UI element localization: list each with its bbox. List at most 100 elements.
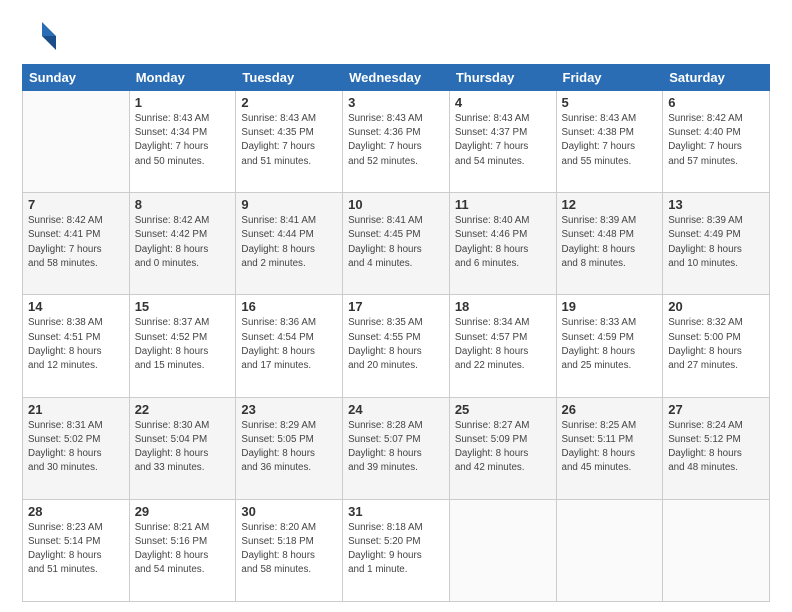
calendar-cell	[663, 499, 770, 601]
day-number: 25	[455, 402, 551, 417]
day-number: 23	[241, 402, 337, 417]
calendar-cell: 31 Sunrise: 8:18 AM Sunset: 5:20 PM Dayli…	[343, 499, 450, 601]
day-number: 5	[562, 95, 658, 110]
header-sunday: Sunday	[23, 65, 130, 91]
calendar-cell: 18 Sunrise: 8:34 AM Sunset: 4:57 PM Dayli…	[449, 295, 556, 397]
day-number: 21	[28, 402, 124, 417]
calendar-cell	[556, 499, 663, 601]
calendar-table: SundayMondayTuesdayWednesdayThursdayFrid…	[22, 64, 770, 602]
calendar-cell: 26 Sunrise: 8:25 AM Sunset: 5:11 PM Dayli…	[556, 397, 663, 499]
calendar-cell: 14Sunrise: 8:38 AM Sunset: 4:51 PM Dayli…	[23, 295, 130, 397]
calendar-cell: 8Sunrise: 8:42 AM Sunset: 4:42 PM Daylig…	[129, 193, 236, 295]
day-number: 2	[241, 95, 337, 110]
calendar-cell	[23, 91, 130, 193]
day-info: Sunrise: 8:27 AM Sunset: 5:09 PM Dayligh…	[455, 419, 551, 476]
day-number: 26	[562, 402, 658, 417]
calendar-cell: 4 Sunrise: 8:43 AM Sunset: 4:37 PM Daylig…	[449, 91, 556, 193]
day-info: Sunrise: 8:24 AM Sunset: 5:12 PM Dayligh…	[668, 419, 764, 476]
day-number: 1	[135, 95, 231, 110]
day-info: Sunrise: 8:41 AM Sunset: 4:44 PM Dayligh…	[241, 214, 337, 271]
calendar-cell: 1 Sunrise: 8:43 AM Sunset: 4:34 PM Daylig…	[129, 91, 236, 193]
day-info: Sunrise: 8:23 AM Sunset: 5:14 PM Dayligh…	[28, 521, 124, 578]
day-number: 16	[241, 299, 337, 314]
day-info: Sunrise: 8:28 AM Sunset: 5:07 PM Dayligh…	[348, 419, 444, 476]
header-friday: Friday	[556, 65, 663, 91]
calendar-week-row: 1 Sunrise: 8:43 AM Sunset: 4:34 PM Daylig…	[23, 91, 770, 193]
calendar-cell: 27 Sunrise: 8:24 AM Sunset: 5:12 PM Dayli…	[663, 397, 770, 499]
calendar-cell: 24 Sunrise: 8:28 AM Sunset: 5:07 PM Dayli…	[343, 397, 450, 499]
day-info: Sunrise: 8:43 AM Sunset: 4:34 PM Dayligh…	[135, 112, 231, 169]
day-number: 19	[562, 299, 658, 314]
day-number: 20	[668, 299, 764, 314]
calendar-cell: 22 Sunrise: 8:30 AM Sunset: 5:04 PM Dayli…	[129, 397, 236, 499]
day-number: 31	[348, 504, 444, 519]
day-info: Sunrise: 8:39 AM Sunset: 4:48 PM Dayligh…	[562, 214, 658, 271]
calendar-cell: 9 Sunrise: 8:41 AM Sunset: 4:44 PM Daylig…	[236, 193, 343, 295]
day-info: Sunrise: 8:43 AM Sunset: 4:37 PM Dayligh…	[455, 112, 551, 169]
header-wednesday: Wednesday	[343, 65, 450, 91]
header-thursday: Thursday	[449, 65, 556, 91]
day-info: Sunrise: 8:35 AM Sunset: 4:55 PM Dayligh…	[348, 316, 444, 373]
day-info: Sunrise: 8:39 AM Sunset: 4:49 PM Dayligh…	[668, 214, 764, 271]
calendar-cell: 6Sunrise: 8:42 AM Sunset: 4:40 PM Daylig…	[663, 91, 770, 193]
day-info: Sunrise: 8:32 AM Sunset: 5:00 PM Dayligh…	[668, 316, 764, 373]
day-number: 4	[455, 95, 551, 110]
day-number: 14	[28, 299, 124, 314]
calendar-cell: 11 Sunrise: 8:40 AM Sunset: 4:46 PM Dayli…	[449, 193, 556, 295]
day-info: Sunrise: 8:33 AM Sunset: 4:59 PM Dayligh…	[562, 316, 658, 373]
calendar-cell: 19 Sunrise: 8:33 AM Sunset: 4:59 PM Dayli…	[556, 295, 663, 397]
calendar-cell: 30 Sunrise: 8:20 AM Sunset: 5:18 PM Dayli…	[236, 499, 343, 601]
calendar-cell: 16 Sunrise: 8:36 AM Sunset: 4:54 PM Dayli…	[236, 295, 343, 397]
logo	[22, 18, 62, 54]
page: SundayMondayTuesdayWednesdayThursdayFrid…	[0, 0, 792, 612]
calendar-cell: 13Sunrise: 8:39 AM Sunset: 4:49 PM Dayli…	[663, 193, 770, 295]
calendar-cell	[449, 499, 556, 601]
day-number: 24	[348, 402, 444, 417]
day-info: Sunrise: 8:36 AM Sunset: 4:54 PM Dayligh…	[241, 316, 337, 373]
calendar-cell: 23 Sunrise: 8:29 AM Sunset: 5:05 PM Dayli…	[236, 397, 343, 499]
day-number: 15	[135, 299, 231, 314]
day-info: Sunrise: 8:30 AM Sunset: 5:04 PM Dayligh…	[135, 419, 231, 476]
day-info: Sunrise: 8:42 AM Sunset: 4:41 PM Dayligh…	[28, 214, 124, 271]
day-info: Sunrise: 8:43 AM Sunset: 4:36 PM Dayligh…	[348, 112, 444, 169]
day-number: 27	[668, 402, 764, 417]
calendar-week-row: 28Sunrise: 8:23 AM Sunset: 5:14 PM Dayli…	[23, 499, 770, 601]
day-info: Sunrise: 8:43 AM Sunset: 4:38 PM Dayligh…	[562, 112, 658, 169]
calendar-cell: 21Sunrise: 8:31 AM Sunset: 5:02 PM Dayli…	[23, 397, 130, 499]
day-number: 11	[455, 197, 551, 212]
day-info: Sunrise: 8:37 AM Sunset: 4:52 PM Dayligh…	[135, 316, 231, 373]
calendar-cell: 28Sunrise: 8:23 AM Sunset: 5:14 PM Dayli…	[23, 499, 130, 601]
day-info: Sunrise: 8:34 AM Sunset: 4:57 PM Dayligh…	[455, 316, 551, 373]
calendar-cell: 12Sunrise: 8:39 AM Sunset: 4:48 PM Dayli…	[556, 193, 663, 295]
calendar-cell: 20 Sunrise: 8:32 AM Sunset: 5:00 PM Dayli…	[663, 295, 770, 397]
calendar-cell: 7 Sunrise: 8:42 AM Sunset: 4:41 PM Daylig…	[23, 193, 130, 295]
day-number: 22	[135, 402, 231, 417]
header-saturday: Saturday	[663, 65, 770, 91]
calendar-cell: 5 Sunrise: 8:43 AM Sunset: 4:38 PM Daylig…	[556, 91, 663, 193]
calendar-cell: 25 Sunrise: 8:27 AM Sunset: 5:09 PM Dayli…	[449, 397, 556, 499]
day-number: 7	[28, 197, 124, 212]
day-info: Sunrise: 8:43 AM Sunset: 4:35 PM Dayligh…	[241, 112, 337, 169]
day-info: Sunrise: 8:40 AM Sunset: 4:46 PM Dayligh…	[455, 214, 551, 271]
calendar-header-row: SundayMondayTuesdayWednesdayThursdayFrid…	[23, 65, 770, 91]
calendar-cell: 17 Sunrise: 8:35 AM Sunset: 4:55 PM Dayli…	[343, 295, 450, 397]
header-monday: Monday	[129, 65, 236, 91]
day-info: Sunrise: 8:25 AM Sunset: 5:11 PM Dayligh…	[562, 419, 658, 476]
day-info: Sunrise: 8:18 AM Sunset: 5:20 PM Dayligh…	[348, 521, 444, 578]
calendar-cell: 29Sunrise: 8:21 AM Sunset: 5:16 PM Dayli…	[129, 499, 236, 601]
calendar-cell: 15 Sunrise: 8:37 AM Sunset: 4:52 PM Dayli…	[129, 295, 236, 397]
day-number: 8	[135, 197, 231, 212]
calendar-week-row: 7 Sunrise: 8:42 AM Sunset: 4:41 PM Daylig…	[23, 193, 770, 295]
day-number: 18	[455, 299, 551, 314]
day-number: 17	[348, 299, 444, 314]
calendar-cell: 10Sunrise: 8:41 AM Sunset: 4:45 PM Dayli…	[343, 193, 450, 295]
calendar-week-row: 21Sunrise: 8:31 AM Sunset: 5:02 PM Dayli…	[23, 397, 770, 499]
day-info: Sunrise: 8:29 AM Sunset: 5:05 PM Dayligh…	[241, 419, 337, 476]
logo-icon	[22, 18, 58, 54]
day-number: 9	[241, 197, 337, 212]
header-tuesday: Tuesday	[236, 65, 343, 91]
day-number: 30	[241, 504, 337, 519]
header	[22, 18, 770, 54]
day-info: Sunrise: 8:20 AM Sunset: 5:18 PM Dayligh…	[241, 521, 337, 578]
day-number: 6	[668, 95, 764, 110]
